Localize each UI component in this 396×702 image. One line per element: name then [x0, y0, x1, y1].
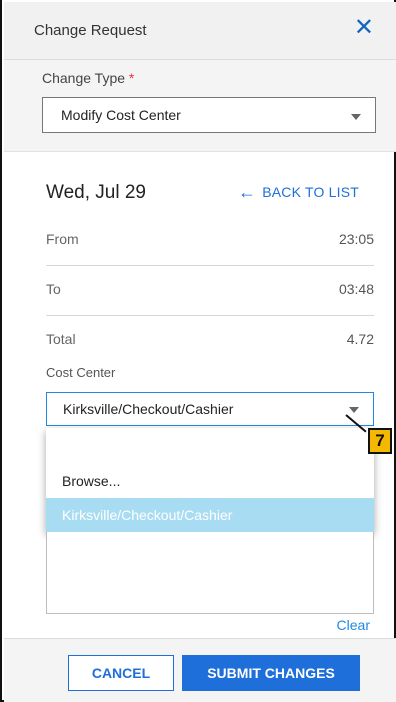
from-row: From 23:05	[46, 216, 374, 266]
from-value: 23:05	[338, 231, 374, 247]
dropdown-option-browse[interactable]: Browse...	[46, 464, 374, 498]
to-value: 03:48	[338, 281, 374, 297]
cost-center-dropdown: Browse... Kirksville/Checkout/Cashier	[46, 428, 374, 532]
chevron-down-icon[interactable]	[349, 407, 359, 413]
option-label: Kirksville/Checkout/Cashier	[62, 507, 233, 523]
change-type-select[interactable]: Modify Cost Center	[42, 97, 376, 133]
from-label: From	[46, 231, 79, 247]
change-type-section: Change Type * Modify Cost Center	[4, 60, 396, 152]
change-request-panel: Change Request ✕ Change Type * Modify Co…	[0, 0, 396, 702]
comment-textarea[interactable]	[46, 532, 374, 614]
change-type-label: Change Type *	[42, 70, 134, 86]
option-label: Browse...	[62, 473, 121, 489]
total-row: Total 4.72	[46, 316, 374, 366]
panel-header: Change Request ✕	[4, 2, 396, 60]
cost-center-value: Kirksville/Checkout/Cashier	[63, 401, 234, 417]
required-marker: *	[128, 70, 135, 86]
panel-title: Change Request	[34, 22, 147, 39]
cost-center-select[interactable]: Kirksville/Checkout/Cashier	[46, 392, 374, 426]
close-icon[interactable]: ✕	[354, 16, 374, 40]
dropdown-option-selected[interactable]: Kirksville/Checkout/Cashier	[46, 498, 374, 532]
back-to-list-link[interactable]: ← BACK TO LIST	[238, 182, 359, 203]
total-label: Total	[46, 331, 76, 347]
submit-changes-button[interactable]: SUBMIT CHANGES	[182, 655, 360, 691]
to-row: To 03:48	[46, 266, 374, 316]
total-value: 4.72	[346, 331, 374, 347]
clear-link[interactable]: Clear	[337, 617, 370, 633]
annotation-badge: 7	[368, 428, 392, 454]
chevron-down-icon	[351, 114, 361, 120]
panel-footer: CANCEL SUBMIT CHANGES	[4, 638, 396, 702]
change-type-label-text: Change Type	[42, 70, 126, 86]
to-label: To	[46, 281, 61, 297]
shift-date: Wed, Jul 29	[46, 182, 146, 203]
back-to-list-label: BACK TO LIST	[262, 184, 360, 200]
cost-center-label: Cost Center	[46, 365, 116, 380]
change-type-value: Modify Cost Center	[61, 107, 181, 123]
arrow-left-icon: ←	[238, 182, 257, 202]
cancel-button[interactable]: CANCEL	[68, 655, 174, 691]
